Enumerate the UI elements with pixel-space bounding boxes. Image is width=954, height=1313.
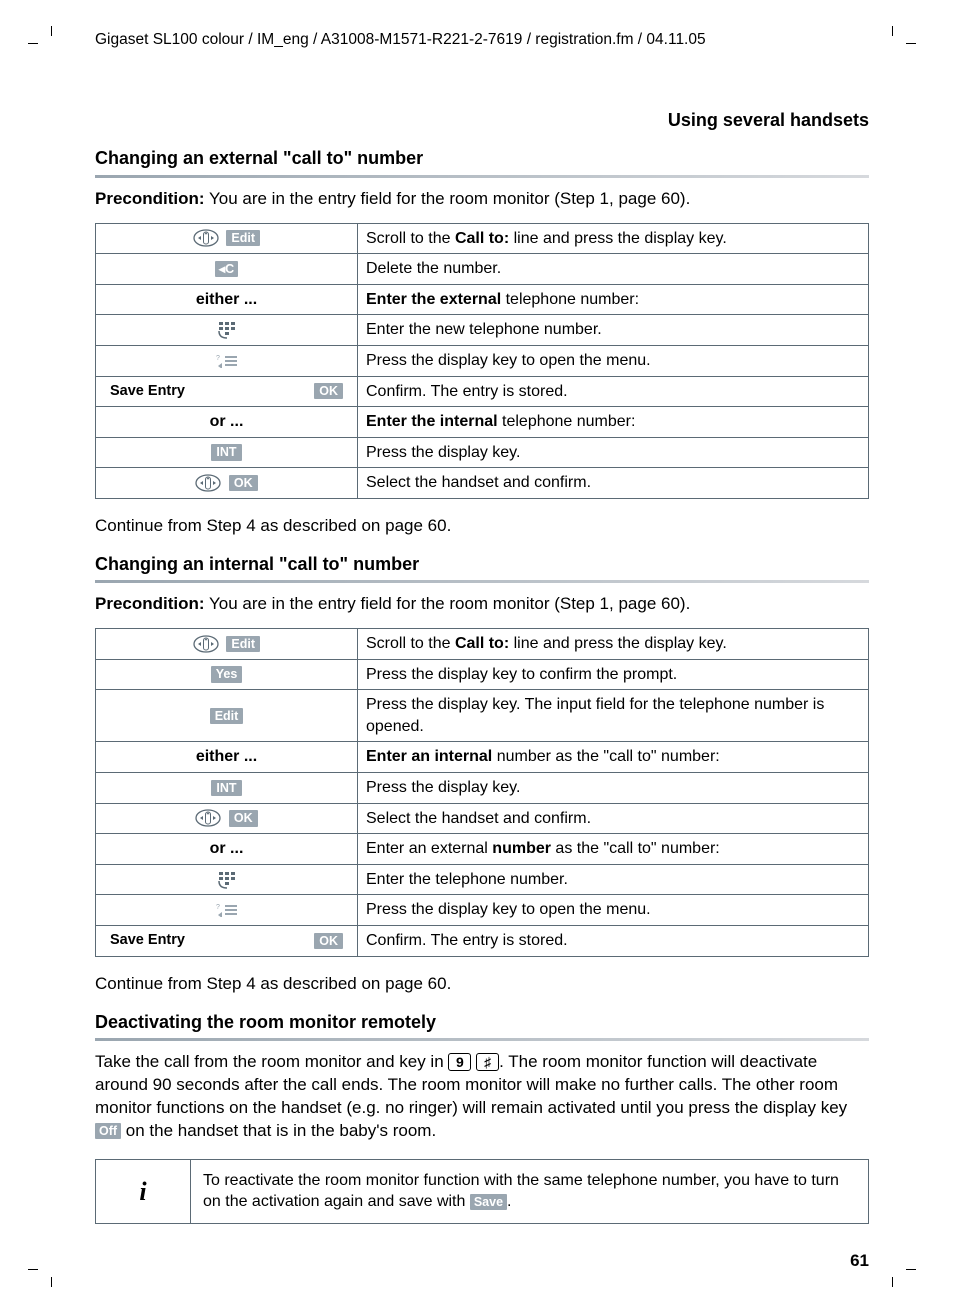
section2-heading: Changing an internal "call to" number [95,552,869,576]
save-entry-label: Save Entry [110,931,185,951]
section1-precondition: Precondition: You are in the entry field… [95,188,869,211]
page-number: 61 [95,1250,869,1273]
svg-text:?: ? [216,904,220,911]
section3-paragraph: Take the call from the room monitor and … [95,1051,869,1143]
divider [95,175,869,178]
softkey-int: INT [211,780,241,796]
svg-text:?: ? [216,355,220,362]
table-row: or ... Enter the internal telephone numb… [96,407,869,438]
softkey-yes: Yes [211,666,243,682]
table-row: ? Press the display key to open the menu… [96,345,869,376]
softkey-ok: OK [314,933,343,949]
nav-key-icon [195,474,221,492]
section3-heading: Deactivating the room monitor remotely [95,1010,869,1034]
table-row: Save Entry OK Confirm. The entry is stor… [96,376,869,407]
section1-heading: Changing an external "call to" number [95,146,869,170]
menu-icon: ? [215,352,239,369]
key-hash: ♯ [476,1053,499,1071]
key-9: 9 [448,1053,471,1071]
softkey-off: Off [95,1123,121,1139]
table-row: either ... Enter the external telephone … [96,284,869,315]
softkey-clear: ◂C [215,261,238,277]
nav-key-icon [193,635,219,653]
table-row: Edit Scroll to the Call to: line and pre… [96,629,869,660]
softkey-edit: Edit [226,636,260,652]
table-row: INT Press the display key. [96,437,869,468]
info-box: i To reactivate the room monitor functio… [95,1159,869,1224]
table-row: OK Select the handset and confirm. [96,803,869,834]
divider [95,1038,869,1041]
table-row: Edit Press the display key. The input fi… [96,690,869,742]
info-icon: i [96,1159,191,1223]
softkey-ok: OK [229,475,258,491]
softkey-ok: OK [314,383,343,399]
section1-continue: Continue from Step 4 as described on pag… [95,515,869,538]
keypad-icon [216,321,238,338]
doc-header: Gigaset SL100 colour / IM_eng / A31008-M… [95,30,706,51]
softkey-edit: Edit [210,708,244,724]
table-row: Yes Press the display key to confirm the… [96,659,869,690]
table-row: or ... Enter an external number as the "… [96,834,869,865]
menu-icon: ? [215,901,239,918]
keypad-icon [216,871,238,888]
table-row: Enter the new telephone number. [96,315,869,346]
table-row: Enter the telephone number. [96,864,869,895]
softkey-save: Save [470,1194,507,1210]
section2-table: Edit Scroll to the Call to: line and pre… [95,628,869,957]
section2-precondition: Precondition: You are in the entry field… [95,593,869,616]
section1-table: Edit Scroll to the Call to: line and pre… [95,223,869,499]
page-title: Using several handsets [95,108,869,132]
table-row: OK Select the handset and confirm. [96,468,869,499]
table-row: ? Press the display key to open the menu… [96,895,869,926]
softkey-int: INT [211,444,241,460]
softkey-ok: OK [229,810,258,826]
softkey-edit: Edit [226,230,260,246]
table-row: ◂C Delete the number. [96,254,869,285]
nav-key-icon [195,809,221,827]
table-row: INT Press the display key. [96,773,869,804]
table-row: Edit Scroll to the Call to: line and pre… [96,223,869,254]
section2-continue: Continue from Step 4 as described on pag… [95,973,869,996]
nav-key-icon [193,229,219,247]
table-row: Save Entry OK Confirm. The entry is stor… [96,925,869,956]
divider [95,580,869,583]
save-entry-label: Save Entry [110,382,185,402]
table-row: either ... Enter an internal number as t… [96,742,869,773]
